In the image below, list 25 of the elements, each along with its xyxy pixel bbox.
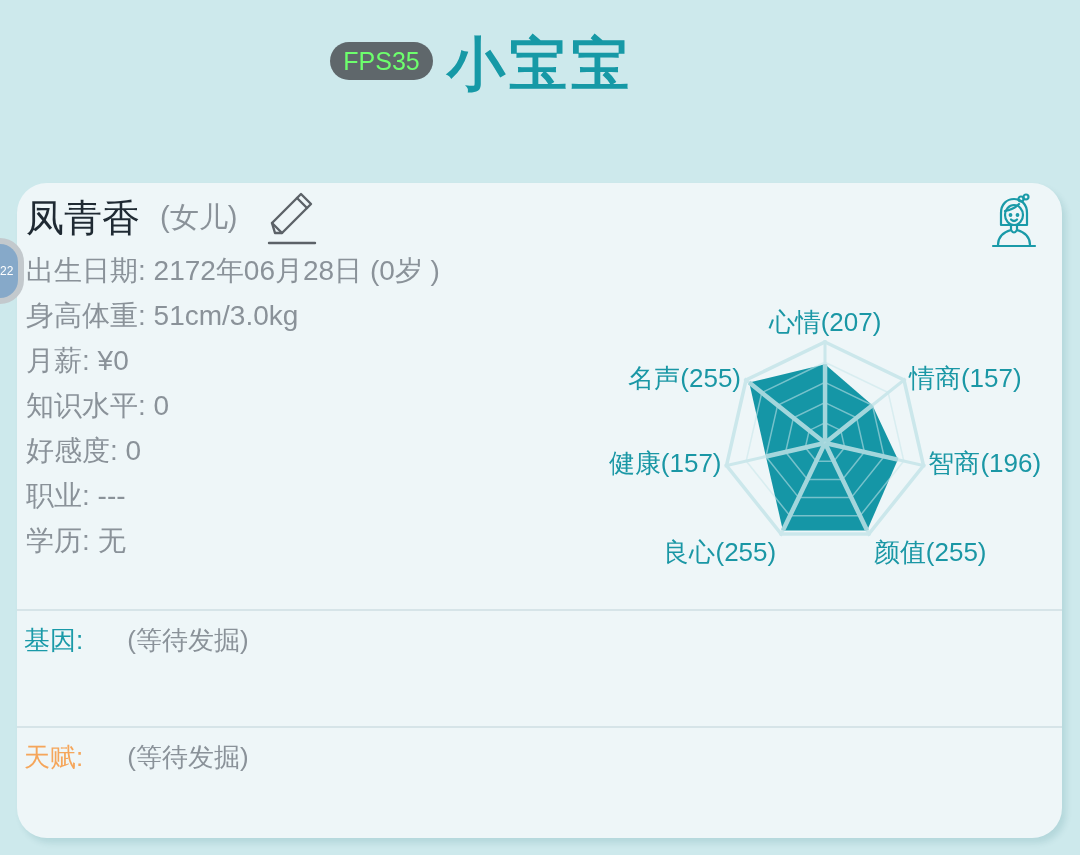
attribute-label: 名声(255) bbox=[628, 363, 742, 394]
relation-label: (女儿) bbox=[160, 200, 238, 235]
section-value: (等待发掘) bbox=[127, 624, 249, 657]
attribute-label: 健康(157) bbox=[608, 448, 722, 479]
attribute-label: 良心(255) bbox=[663, 537, 777, 567]
info-line: 身高体重: 51cm/3.0kg bbox=[26, 299, 299, 333]
page-title: 小宝宝 bbox=[446, 30, 633, 98]
section-value: (等待发掘) bbox=[127, 741, 249, 774]
pencil-icon[interactable] bbox=[267, 191, 318, 245]
info-line: 出生日期: 2172年06月28日 (0岁 ) bbox=[26, 254, 440, 288]
fps-counter: FPS35 bbox=[330, 42, 433, 80]
info-line: 知识水平: 0 bbox=[26, 389, 170, 423]
girl-icon bbox=[990, 193, 1038, 248]
child-name: 凤青香 bbox=[26, 195, 140, 241]
floating-button[interactable]: 22 bbox=[0, 238, 24, 304]
info-line: 好感度: 0 bbox=[26, 434, 142, 468]
attribute-label: 心情(207) bbox=[768, 307, 882, 337]
attribute-label: 智商(196) bbox=[928, 448, 1042, 479]
info-line: 学历: 无 bbox=[26, 524, 126, 558]
section-label: 天赋: bbox=[24, 741, 84, 774]
attribute-label: 颜值(255) bbox=[873, 537, 987, 567]
info-line: 职业: --- bbox=[26, 479, 126, 513]
info-line: 月薪: ¥0 bbox=[26, 344, 129, 378]
section-label: 基因: bbox=[24, 624, 84, 657]
attribute-label: 情商(157) bbox=[908, 363, 1022, 394]
